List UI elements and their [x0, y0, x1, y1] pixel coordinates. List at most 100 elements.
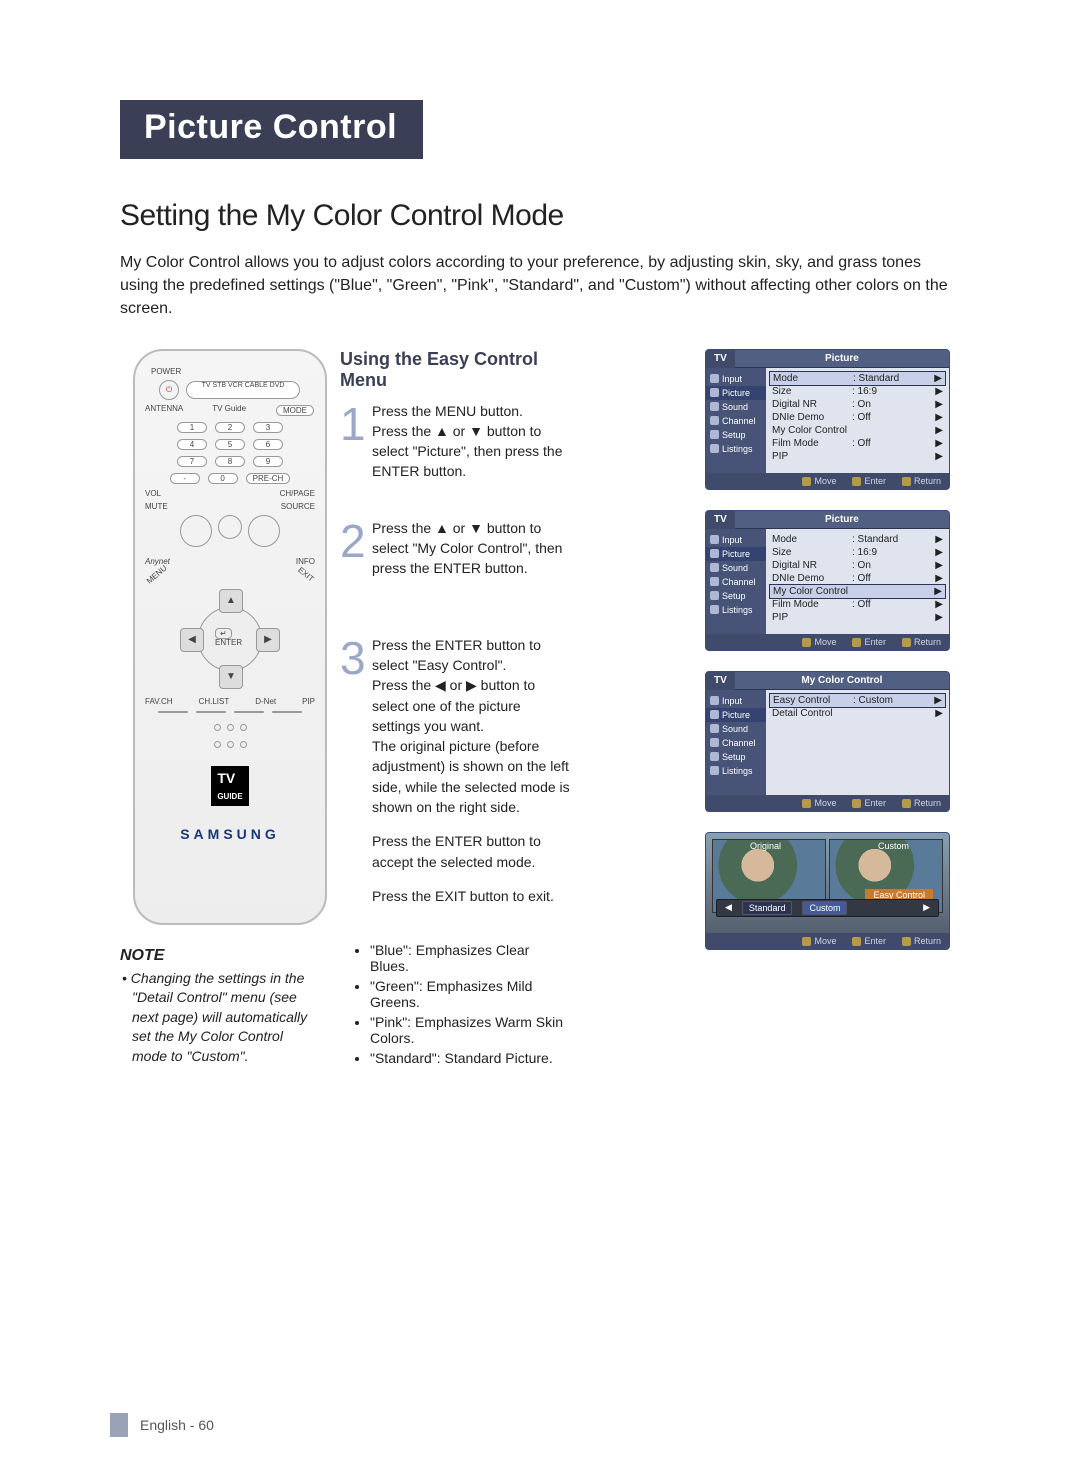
osd-side-picture: Picture [722, 388, 750, 398]
chpage-label: CH/PAGE [280, 489, 315, 498]
osd-panel: Mode: Standard▶Size: 16:9▶Digital NR: On… [766, 529, 949, 634]
osd-footer-move: Move [802, 798, 836, 808]
listings-icon [710, 766, 719, 775]
digit-8: 8 [215, 456, 245, 467]
digit-4: 4 [177, 439, 207, 450]
osd-my-color-control: TVMy Color Control Input Picture Sound C… [705, 671, 950, 812]
listings-icon [710, 605, 719, 614]
note-body: • Changing the settings in the "Detail C… [120, 969, 320, 1067]
step-3b-text: Press the ENTER button to accept the sel… [372, 831, 570, 872]
brand-logo: SAMSUNG [180, 826, 280, 842]
osd-picture-1: TVPicture Input Picture Sound Channel Se… [705, 349, 950, 490]
osd-tv-tab: TV [706, 350, 735, 368]
picture-icon [710, 388, 719, 397]
sound-icon [710, 402, 719, 411]
color-mode-standard: "Standard": Standard Picture. [370, 1050, 570, 1066]
section-title: Setting the My Color Control Mode [120, 199, 950, 233]
input-icon [710, 696, 719, 705]
osd-row: DNIe Demo: Off▶ [772, 411, 943, 424]
note-block: NOTE • Changing the settings in the "Det… [120, 947, 320, 1067]
osd-row: Digital NR: On▶ [772, 398, 943, 411]
favch-label: FAV.CH [145, 697, 173, 706]
preview-label-custom: Custom [878, 841, 909, 851]
input-icon [710, 535, 719, 544]
osd-footer-move: Move [802, 476, 836, 486]
osd-tv-tab: TV [706, 511, 735, 529]
favch-button [158, 711, 188, 713]
indicator-dots-2 [214, 741, 247, 748]
osd-row: PIP▶ [772, 450, 943, 463]
osd-row: Film Mode: Off▶ [772, 437, 943, 450]
osd-side-listings: Listings [722, 605, 753, 615]
dnet-button [234, 711, 264, 713]
page-footer: English - 60 [140, 1417, 214, 1433]
tv-guide-badge: TVGUIDE [211, 766, 248, 806]
osd-sidebar: Input Picture Sound Channel Setup Listin… [706, 690, 766, 795]
osd-side-picture: Picture [722, 549, 750, 559]
color-mode-green: "Green": Emphasizes Mild Greens. [370, 978, 570, 1010]
remote-control-figure: POWER ⏻ TV STB VCR CABLE DVD ANTENNA TV … [133, 349, 327, 925]
osd-row: My Color Control▶ [769, 584, 946, 599]
nav-right-icon: ▶ [256, 628, 280, 652]
mute-button [218, 515, 242, 539]
nav-left-icon: ◀ [180, 628, 204, 652]
osd-title: Picture [735, 350, 949, 368]
osd-footer-move: Move [802, 637, 836, 647]
osd-side-channel: Channel [722, 577, 756, 587]
osd-side-input: Input [722, 374, 742, 384]
digit-6: 6 [253, 439, 283, 450]
anynet-label: Anynet [145, 557, 170, 566]
color-mode-list: "Blue": Emphasizes Clear Blues. "Green":… [370, 942, 570, 1066]
osd-row: Detail Control▶ [772, 707, 943, 720]
chapter-bar: Picture Control [120, 100, 950, 159]
osd-side-setup: Setup [722, 430, 746, 440]
step-text: Press the ENTER button to select "Easy C… [372, 635, 570, 907]
osd-side-sound: Sound [722, 563, 748, 573]
osd-panel: Mode: Standard▶Size: 16:9▶Digital NR: On… [766, 368, 949, 473]
setup-icon [710, 752, 719, 761]
step-number: 1 [340, 401, 372, 482]
step-3a-text: Press the ENTER button to select "Easy C… [372, 635, 570, 818]
dnet-label: D-Net [255, 697, 276, 706]
channel-icon [710, 577, 719, 586]
nav-down-icon: ▼ [219, 665, 243, 689]
digit-9: 9 [253, 456, 283, 467]
osd-row: Size: 16:9▶ [772, 385, 943, 398]
step-number: 3 [340, 635, 372, 907]
osd-picture-2: TV Picture Input Picture Sound Channel Se… [705, 510, 950, 651]
step-3: 3 Press the ENTER button to select "Easy… [340, 635, 570, 907]
osd-side-listings: Listings [722, 444, 753, 454]
step-1: 1 Press the MENU button. Press the ▲ or … [340, 401, 570, 482]
mode-button: MODE [276, 405, 314, 416]
tvguide-label: TV Guide [212, 404, 246, 417]
indicator-dots [214, 724, 247, 731]
step-number: 2 [340, 518, 372, 579]
digit-0: 0 [208, 473, 238, 484]
vol-rocker [180, 515, 212, 547]
step-2: 2 Press the ▲ or ▼ button to select "My … [340, 518, 570, 579]
page-number: English - 60 [140, 1417, 214, 1433]
digit-3: 3 [253, 422, 283, 433]
osd-sidebar: Input Picture Sound Channel Setup Listin… [706, 529, 766, 634]
osd-panel: Easy Control: Custom▶Detail Control▶ [766, 690, 949, 795]
pip-label: PIP [302, 697, 315, 706]
step-text: Press the MENU button. Press the ▲ or ▼ … [372, 401, 570, 482]
setup-icon [710, 591, 719, 600]
osd-footer-enter: Enter [852, 476, 886, 486]
digit-2: 2 [215, 422, 245, 433]
osd-side-channel: Channel [722, 416, 756, 426]
intro-paragraph: My Color Control allows you to adjust co… [120, 251, 950, 321]
note-heading: NOTE [120, 947, 320, 965]
osd-sidebar: Input Picture Sound Channel Setup Listin… [706, 368, 766, 473]
picture-icon [710, 549, 719, 558]
osd-row: Digital NR: On▶ [772, 559, 943, 572]
power-label: POWER [151, 367, 181, 376]
channel-icon [710, 738, 719, 747]
osd-side-input: Input [722, 696, 742, 706]
sound-icon [710, 724, 719, 733]
osd-side-setup: Setup [722, 591, 746, 601]
vol-label: VOL [145, 489, 161, 498]
preview-label-original: Original [750, 841, 781, 851]
osd-footer-move: Move [802, 936, 836, 946]
listings-icon [710, 444, 719, 453]
